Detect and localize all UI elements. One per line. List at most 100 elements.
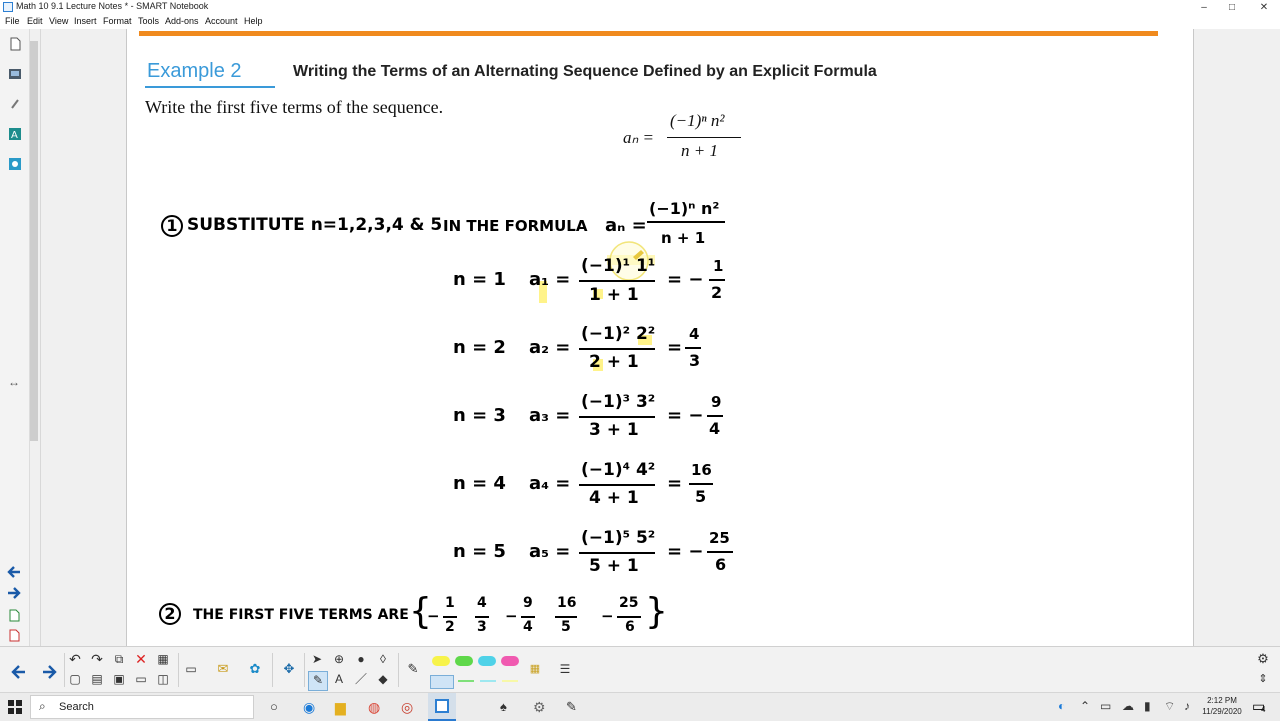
eraser-tool-icon[interactable]: ◊ bbox=[374, 651, 392, 669]
next-page-icon[interactable] bbox=[40, 663, 58, 681]
display-icon[interactable]: ▭ bbox=[182, 661, 200, 679]
acrobat-icon[interactable]: ♠ bbox=[500, 699, 507, 714]
row1-result-denominator: 2 bbox=[711, 283, 723, 302]
text-tool-icon[interactable]: A bbox=[330, 671, 348, 689]
title-bar: Math 10 9.1 Lecture Notes * - SMART Note… bbox=[0, 0, 1280, 15]
properties-icon[interactable]: A bbox=[8, 127, 22, 141]
bottom-toolbar: ↶ ↷ ⧉ ✕ ▦ ▢ ▤ ▣ ▭ ◫ ▭ ✉ ✿ ✥ ➤ ⊕ ● ◊ ✎ A … bbox=[0, 646, 1280, 693]
pen-color-cyan[interactable] bbox=[478, 656, 496, 666]
pen-color-pink[interactable] bbox=[501, 656, 519, 666]
tray-app-icon[interactable]: ◐ bbox=[1058, 699, 1065, 713]
side-scrollbar-thumb[interactable] bbox=[30, 41, 38, 441]
pen-tool-icon[interactable]: ✎ bbox=[308, 671, 328, 691]
taskbar-clock[interactable]: 2:12 PM 11/29/2020 bbox=[1196, 695, 1248, 717]
delete-icon[interactable]: ✕ bbox=[132, 651, 150, 669]
taskbar-search-box[interactable]: ⌕ Search bbox=[30, 695, 254, 719]
redo-icon[interactable]: ↷ bbox=[88, 651, 106, 669]
pen-type-icon[interactable]: ✎ bbox=[404, 661, 422, 679]
term3-bar bbox=[521, 616, 535, 618]
previous-page-arrow-icon[interactable] bbox=[7, 566, 21, 578]
fill-tool-icon[interactable]: ● bbox=[352, 651, 370, 669]
page-sorter-icon[interactable] bbox=[8, 37, 22, 51]
term5-numerator: 25 bbox=[619, 595, 639, 611]
insert-page-icon[interactable]: ⧉ bbox=[110, 651, 128, 669]
pen-app-icon[interactable]: ✎ bbox=[566, 699, 577, 715]
menu-edit[interactable]: Edit bbox=[27, 16, 43, 26]
wifi-icon[interactable]: ⌔ bbox=[1164, 699, 1175, 714]
add-ons-toolbar-icon[interactable]: ✥ bbox=[280, 661, 298, 679]
pen-color-yellow[interactable] bbox=[432, 656, 450, 666]
close-button[interactable]: ✕ bbox=[1248, 0, 1280, 15]
smart-notebook-taskbar-button[interactable] bbox=[428, 693, 456, 721]
step1-denominator: n + 1 bbox=[661, 229, 706, 247]
line-tool-icon[interactable]: ／ bbox=[352, 671, 370, 689]
undo-icon[interactable]: ↶ bbox=[66, 651, 84, 669]
term4-numerator: 16 bbox=[557, 595, 577, 611]
tray-chevron-icon[interactable]: ⌃ bbox=[1080, 699, 1090, 713]
row5-equals: = − bbox=[667, 541, 704, 562]
menu-bar: File Edit View Insert Format Tools Add-o… bbox=[0, 15, 1280, 29]
delete-page-icon[interactable] bbox=[8, 629, 20, 642]
pen-width-thin[interactable] bbox=[480, 680, 496, 682]
row3-a: a₃ = bbox=[529, 405, 571, 426]
task-view-icon[interactable]: ○ bbox=[270, 699, 278, 714]
menu-account[interactable]: Account bbox=[205, 16, 238, 26]
side-tab-bar: A ↔ bbox=[0, 29, 41, 646]
toolbar-settings-icon[interactable]: ⚙ bbox=[1254, 651, 1272, 669]
screen-capture-icon[interactable]: ◫ bbox=[154, 671, 172, 689]
recorder-app-icon[interactable]: ◎ bbox=[401, 699, 413, 716]
zoom-tool-icon[interactable]: ⊕ bbox=[330, 651, 348, 669]
menu-insert[interactable]: Insert bbox=[74, 16, 97, 26]
pen-width-fine[interactable] bbox=[502, 680, 518, 682]
menu-help[interactable]: Help bbox=[244, 16, 263, 26]
term2-numerator: 4 bbox=[477, 595, 487, 611]
row4-result-numerator: 16 bbox=[691, 461, 712, 479]
pen-width-thick[interactable] bbox=[430, 675, 454, 689]
maximize-button[interactable]: □ bbox=[1216, 0, 1248, 15]
row5-numerator: (−1)⁵ 5² bbox=[581, 528, 656, 548]
pen-width-medium[interactable] bbox=[458, 680, 474, 682]
chrome-browser-icon[interactable]: ◍ bbox=[368, 699, 380, 716]
notebook-page[interactable]: Example 2 Writing the Terms of an Altern… bbox=[126, 29, 1194, 646]
row2-result-numerator: 4 bbox=[689, 325, 700, 343]
pen-color-green[interactable] bbox=[455, 656, 473, 666]
screen-shade-icon[interactable]: ▭ bbox=[132, 671, 150, 689]
menu-format[interactable]: Format bbox=[103, 16, 132, 26]
add-page-icon[interactable] bbox=[8, 609, 20, 622]
cloud-icon[interactable]: ☁ bbox=[1122, 699, 1134, 713]
save-icon[interactable]: ▣ bbox=[110, 671, 128, 689]
resize-handle-icon[interactable]: ↔ bbox=[8, 375, 20, 389]
add-ons-icon[interactable] bbox=[8, 157, 22, 171]
toolbar-position-icon[interactable]: ⇕ bbox=[1254, 671, 1272, 689]
select-tool-icon[interactable]: ➤ bbox=[308, 651, 326, 669]
battery-icon[interactable]: ▮ bbox=[1144, 699, 1151, 713]
row1-result-bar bbox=[709, 279, 725, 281]
response-icon[interactable]: ✉ bbox=[214, 661, 232, 679]
open-file-icon[interactable]: ▢ bbox=[66, 671, 84, 689]
network-icon[interactable]: ▭ bbox=[1100, 699, 1111, 713]
file-explorer-icon[interactable]: ▆ bbox=[335, 699, 346, 716]
windows-start-icon[interactable] bbox=[8, 700, 22, 714]
shape-tool-icon[interactable]: ◆ bbox=[374, 671, 392, 689]
term1-denominator: 2 bbox=[445, 619, 455, 635]
table-icon[interactable]: ▦ bbox=[154, 651, 172, 669]
edge-browser-icon[interactable]: ◉ bbox=[303, 699, 315, 716]
menu-add-ons[interactable]: Add-ons bbox=[165, 16, 199, 26]
next-page-arrow-icon[interactable] bbox=[7, 587, 21, 599]
lab-activity-icon[interactable]: ✿ bbox=[246, 661, 264, 679]
previous-page-icon[interactable] bbox=[10, 663, 28, 681]
gallery-icon[interactable] bbox=[8, 67, 22, 81]
volume-icon[interactable]: ♪ bbox=[1184, 699, 1190, 713]
row5-result-numerator: 25 bbox=[709, 529, 730, 547]
menu-tools[interactable]: Tools bbox=[138, 16, 159, 26]
attachments-icon[interactable] bbox=[8, 97, 22, 111]
settings-app-icon[interactable]: ⚙ bbox=[533, 699, 546, 716]
paste-icon[interactable]: ▤ bbox=[88, 671, 106, 689]
properties-menu-icon[interactable]: ☰ bbox=[556, 661, 574, 679]
term4-denominator: 5 bbox=[561, 619, 571, 635]
notifications-button[interactable]: ▭ 4 bbox=[1252, 698, 1268, 714]
menu-file[interactable]: File bbox=[5, 16, 20, 26]
row4-a: a₄ = bbox=[529, 473, 571, 494]
menu-view[interactable]: View bbox=[49, 16, 68, 26]
pen-pattern-icon[interactable]: ▦ bbox=[526, 661, 544, 679]
